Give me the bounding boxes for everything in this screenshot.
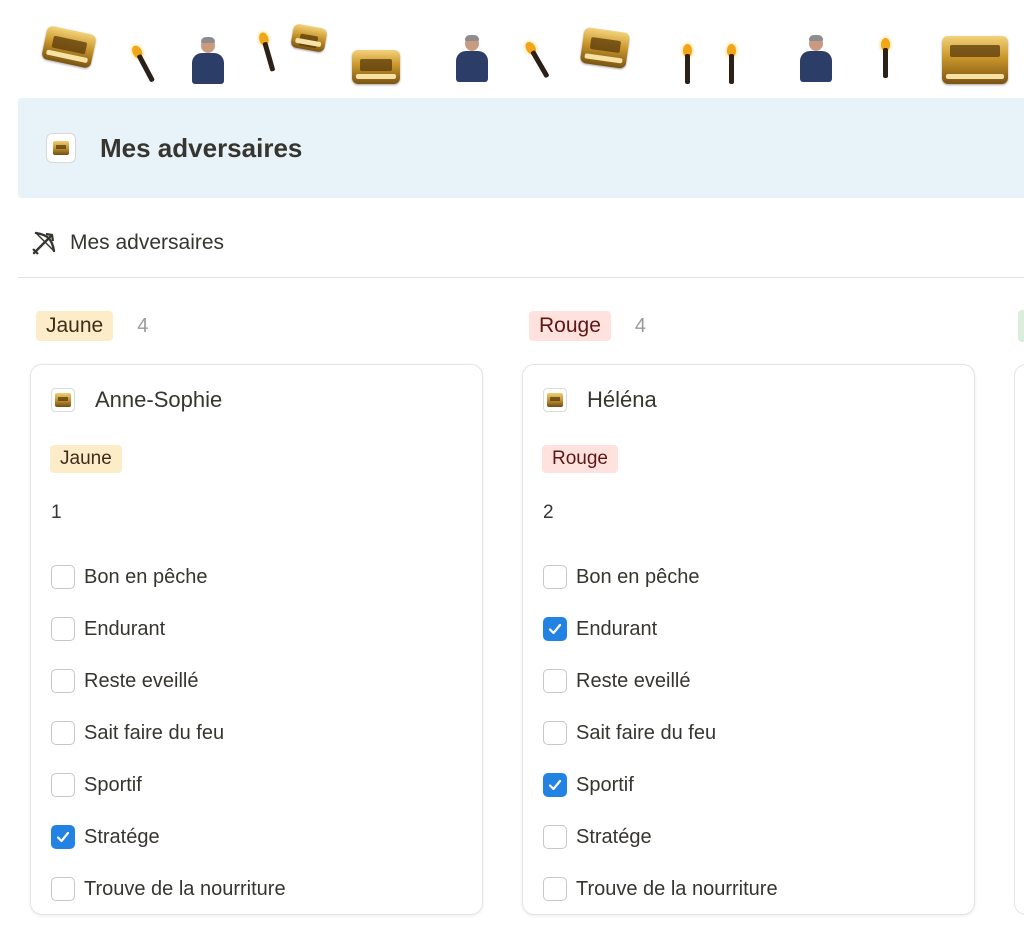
checkbox-property-row: Sportif [51,759,286,811]
card-title-row: Héléna [543,387,657,413]
card-checkbox-list: Bon en pêche Endurant Reste eveillé Sait… [51,551,286,915]
group-count: 4 [137,314,149,337]
checkbox[interactable] [51,617,75,641]
koh-lanta-logo-icon[interactable] [46,133,76,163]
checkbox-label: Sait faire du feu [84,721,225,744]
checkbox-property-row: Stratége [543,811,778,863]
checkbox-property-row: Endurant [51,603,286,655]
checkmark-icon [56,831,70,843]
checkbox-label: Sportif [84,773,142,796]
host-sticker [190,37,226,84]
checkmark-icon [548,779,562,791]
checkbox[interactable] [51,565,75,589]
koh-lanta-logo-sticker [942,36,1008,84]
card-title-row: Anne-Sophie [51,387,222,413]
checkbox-property-row: Trouve de la nourriture [543,863,778,915]
checkbox[interactable] [543,617,567,641]
card-team-tag: Rouge [542,445,618,473]
board-card[interactable]: Anne-Sophie Jaune 1 Bon en pêche Enduran… [30,364,483,915]
checkbox-label: Stratége [84,825,160,848]
checkmark-icon [548,623,562,635]
board-group-header-rouge[interactable]: Rouge 4 [529,309,646,343]
checkbox-property-row: Sait faire du feu [543,707,778,759]
checkbox[interactable] [51,825,75,849]
checkbox-property-row: Endurant [543,603,778,655]
checkbox[interactable] [51,877,75,901]
checkbox-property-row: Bon en pêche [543,551,778,603]
checkbox-label: Bon en pêche [84,565,208,588]
checkbox-label: Endurant [576,617,658,640]
checkbox[interactable] [543,773,567,797]
checkbox[interactable] [543,825,567,849]
torch-sticker [523,40,552,80]
group-count: 4 [634,314,647,337]
page-cover-banner [0,0,1024,98]
checkbox-label: Sportif [576,773,634,796]
card-team-tag: Jaune [50,445,122,473]
checkbox[interactable] [543,877,567,901]
checkbox-property-row: Bon en pêche [51,551,286,603]
checkbox-label: Endurant [84,617,166,640]
next-card-edge[interactable] [1014,364,1024,915]
checkbox[interactable] [51,721,75,745]
checkbox-label: Reste eveillé [576,669,691,692]
next-group-pill-edge [1018,310,1024,342]
card-title: Anne-Sophie [95,387,223,412]
page-header-callout: Mes adversaires [18,98,1024,198]
koh-lanta-logo-sticker [41,25,97,69]
torch-sticker [682,44,692,84]
card-number-property: 2 [543,502,554,523]
checkbox[interactable] [543,669,567,693]
koh-lanta-logo-sticker [290,23,328,53]
checkbox[interactable] [543,565,567,589]
host-sticker [798,35,834,82]
view-label: Mes adversaires [70,231,225,254]
card-page-icon [543,388,567,412]
card-checkbox-list: Bon en pêche Endurant Reste eveillé Sait… [543,551,778,915]
card-page-icon [51,388,75,412]
checkbox-label: Trouve de la nourriture [84,877,286,900]
host-sticker [454,35,490,82]
checkbox-label: Sait faire du feu [576,721,717,744]
page-title: Mes adversaires [100,132,303,163]
checkbox-property-row: Reste eveillé [51,655,286,707]
checkbox[interactable] [51,669,75,693]
checkbox[interactable] [543,721,567,745]
checkbox-property-row: Reste eveillé [543,655,778,707]
torch-sticker [257,31,278,72]
board-group-header-jaune[interactable]: Jaune 4 [36,309,148,343]
checkbox-label: Stratége [576,825,652,848]
koh-lanta-logo-sticker [579,26,631,70]
checkbox-label: Reste eveillé [84,669,199,692]
torch-sticker [726,44,736,84]
checkbox-property-row: Sportif [543,759,778,811]
bow-arrow-icon [32,231,56,255]
torch-sticker [880,38,890,78]
database-view-tab[interactable]: Mes adversaires [30,226,224,260]
checkbox-label: Bon en pêche [576,565,700,588]
checkbox-property-row: Trouve de la nourriture [51,863,286,915]
torch-sticker [129,43,157,84]
koh-lanta-logo-sticker [352,50,400,84]
group-name-pill: Rouge [529,311,611,341]
checkbox-label: Trouve de la nourriture [576,877,778,900]
card-number-property: 1 [51,502,62,523]
view-divider [18,277,1024,278]
checkbox[interactable] [51,773,75,797]
group-name-pill: Jaune [36,311,114,341]
checkbox-property-row: Sait faire du feu [51,707,286,759]
board-card[interactable]: Héléna Rouge 2 Bon en pêche Endurant Res… [522,364,975,915]
checkbox-property-row: Stratége [51,811,286,863]
card-title: Héléna [587,387,657,412]
